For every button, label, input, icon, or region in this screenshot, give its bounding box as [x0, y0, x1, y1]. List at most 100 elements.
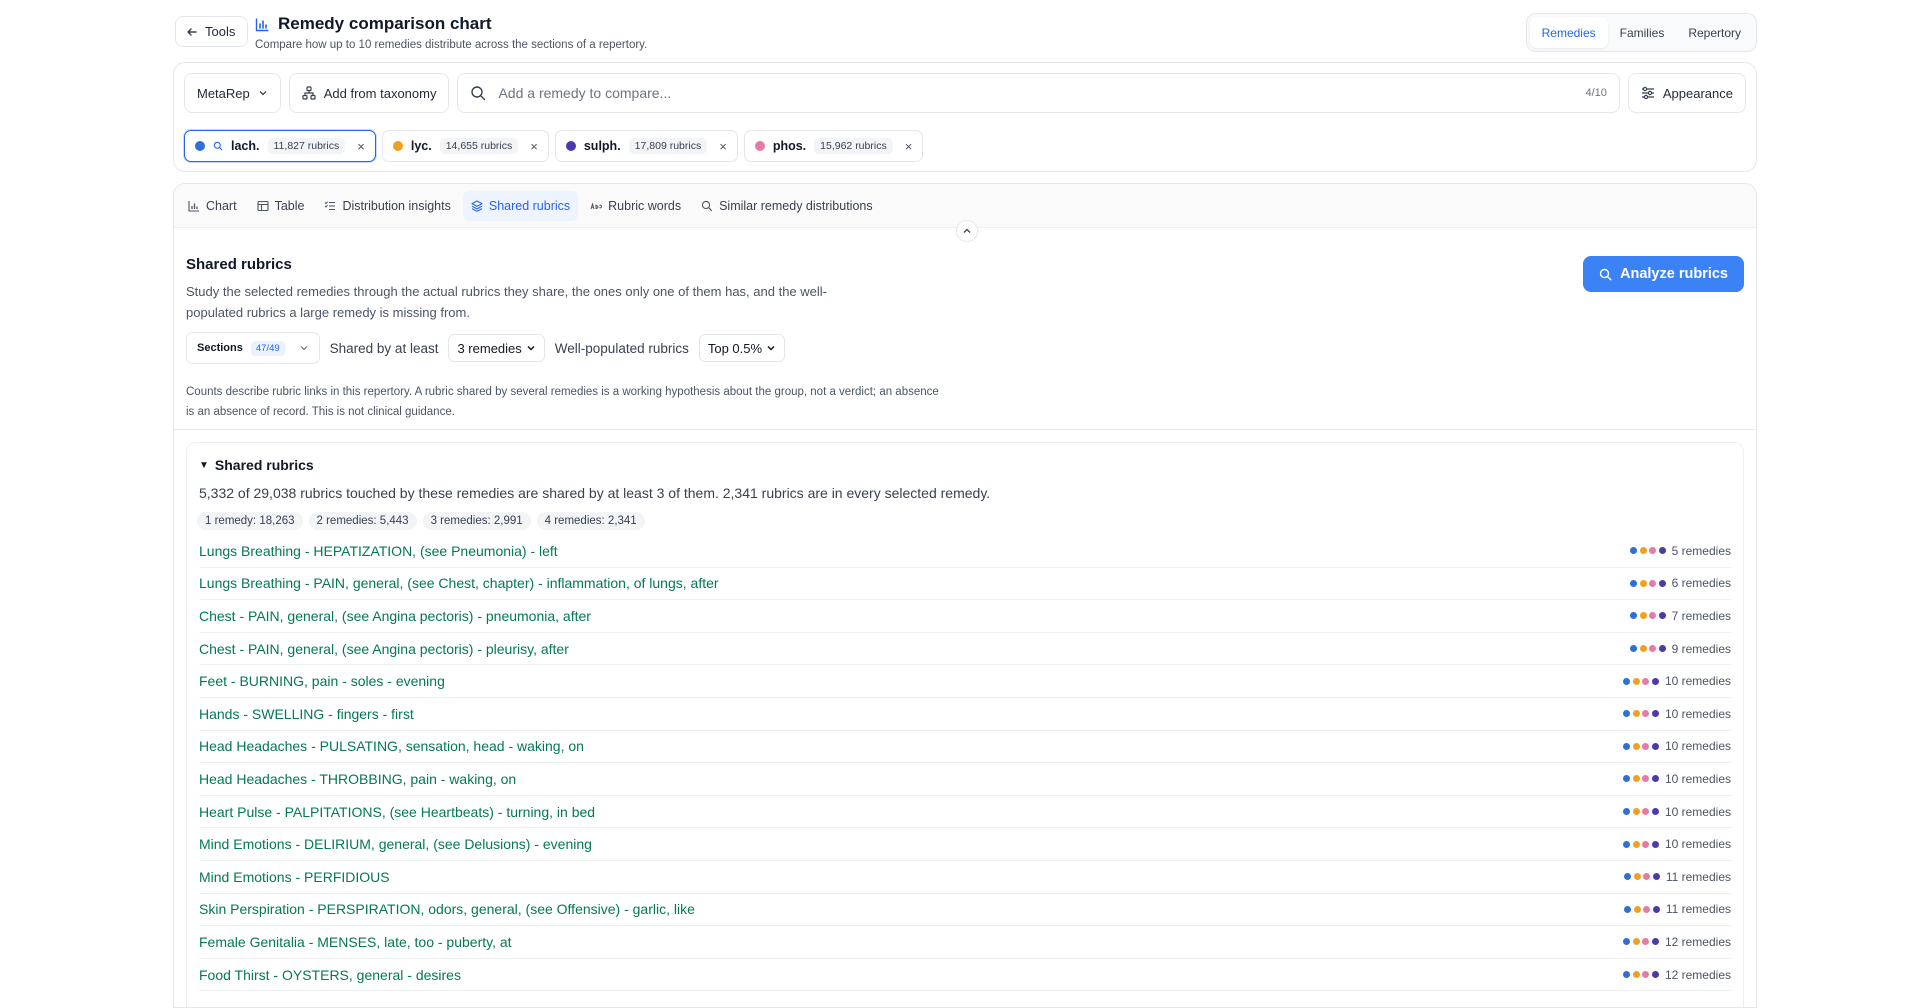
remedy-dot — [1642, 775, 1650, 783]
remedy-dot — [1632, 938, 1640, 946]
shared-summary: 5,332 of 29,038 rubrics touched by these… — [199, 485, 991, 501]
chevron-down-icon — [527, 345, 535, 351]
remedy-dot — [1642, 840, 1650, 848]
mode-switcher: Remedies Families Repertory — [1525, 13, 1757, 52]
remedy-count-label: 10 remedies — [1664, 674, 1731, 689]
repertory-dropdown[interactable]: MetaRep — [184, 73, 281, 113]
page-header: Tools Remedy comparison chart Compare ho… — [173, 0, 1757, 60]
remove-remedy-icon[interactable]: × — [905, 139, 913, 154]
list-check-icon — [325, 200, 336, 210]
tab-rubric-words[interactable]: Rubric words — [582, 191, 689, 221]
rubric-link[interactable]: Lungs Breathing - PAIN, general, (see Ch… — [199, 575, 719, 591]
shared-rubrics-panel: ▼ Shared rubrics 5,332 of 29,038 rubrics… — [186, 442, 1744, 1007]
remedy-chip[interactable]: sulph. 17,809 rubrics × — [554, 130, 738, 162]
rubric-meta: 10 remedies — [1623, 739, 1731, 753]
tab-similar-remedy-distributions[interactable]: Similar remedy distributions — [693, 191, 881, 221]
rubric-link[interactable]: Female Genitalia - MENSES, late, too - p… — [199, 934, 512, 950]
tab-label: Similar remedy distributions — [719, 198, 873, 213]
remedy-count-label: 6 remedies — [1671, 576, 1731, 591]
add-from-taxonomy-button[interactable]: Add from taxonomy — [288, 73, 450, 113]
remove-remedy-icon[interactable]: × — [530, 139, 538, 154]
well-populated-select[interactable]: Top 0.5% — [698, 334, 786, 362]
remedy-dot — [1623, 938, 1631, 946]
layers-icon — [471, 199, 483, 212]
remedy-count: 4/10 — [1585, 87, 1607, 99]
rubric-link[interactable]: Skin Perspiration - PERSPIRATION, odors,… — [199, 901, 695, 917]
remedy-count-label: 5 remedies — [1671, 543, 1731, 558]
tab-shared-rubrics[interactable]: Shared rubrics — [462, 190, 579, 221]
remedy-chips: lach. 11,827 rubrics × lyc. 14,655 rubri… — [184, 130, 924, 162]
remedy-dot — [1651, 775, 1659, 783]
collapse-panel-button[interactable] — [956, 220, 978, 242]
well-populated-value: Top 0.5% — [707, 340, 763, 356]
remedy-dot — [1643, 905, 1651, 913]
tab-table[interactable]: Table — [249, 191, 313, 221]
search-icon — [1599, 268, 1612, 280]
remedy-dot — [1639, 579, 1647, 587]
sections-filter-button[interactable]: Sections 47/49 — [186, 332, 320, 364]
rubric-link[interactable]: Head Headaches - PULSATING, sensation, h… — [199, 738, 584, 754]
remedy-chip[interactable]: lach. 11,827 rubrics × — [184, 130, 376, 162]
divider — [174, 429, 1756, 430]
remove-remedy-icon[interactable]: × — [357, 139, 365, 154]
table-row: Chest - PAIN, general, (see Angina pecto… — [199, 600, 1731, 633]
remedy-dot — [1632, 775, 1640, 783]
rubric-link[interactable]: Mind Emotions - PERFIDIOUS — [199, 869, 390, 885]
rubric-link[interactable]: Food Thirst - OYSTERS, general - desires — [199, 967, 461, 983]
mode-remedies[interactable]: Remedies — [1529, 17, 1608, 48]
repertory-label: MetaRep — [197, 85, 250, 101]
remedy-dot — [1623, 775, 1631, 783]
remedy-dots — [1624, 873, 1660, 881]
table-row: Lungs Breathing - HEPATIZATION, (see Pne… — [199, 535, 1731, 568]
remedy-count-label: 10 remedies — [1664, 706, 1731, 721]
tab-chart[interactable]: Chart — [180, 191, 245, 221]
rubric-link[interactable]: Feet - BURNING, pain - soles - evening — [199, 673, 445, 689]
remedy-dots — [1623, 938, 1659, 946]
remedy-dot — [1623, 840, 1631, 848]
remedy-dot — [1642, 808, 1650, 816]
rubric-meta: 11 remedies — [1624, 870, 1731, 884]
rubric-meta: 11 remedies — [1624, 902, 1731, 916]
rubric-link[interactable]: Lungs Breathing - HEPATIZATION, (see Pne… — [199, 543, 558, 559]
table-icon — [257, 200, 269, 211]
analyze-rubrics-button[interactable]: Analyze rubrics — [1583, 256, 1744, 292]
section-title: Shared rubrics — [186, 256, 292, 273]
remedy-dot — [1658, 547, 1666, 555]
remove-remedy-icon[interactable]: × — [719, 139, 727, 154]
remedy-dots — [1623, 710, 1659, 718]
remedy-dots — [1624, 905, 1660, 913]
rubric-link[interactable]: Chest - PAIN, general, (see Angina pecto… — [199, 641, 569, 657]
rubric-link[interactable]: Heart Pulse - PALPITATIONS, (see Heartbe… — [199, 804, 595, 820]
remedy-dot — [1649, 645, 1657, 653]
rubric-link[interactable]: Hands - SWELLING - fingers - first — [199, 706, 414, 722]
remedy-chip[interactable]: phos. 15,962 rubrics × — [743, 130, 924, 162]
remedy-selector-card: MetaRep Add from taxonomy 4/10 Appearanc… — [173, 62, 1757, 172]
remedy-search-input[interactable] — [498, 85, 1574, 101]
remedy-dot — [1651, 808, 1659, 816]
remedy-dot — [1642, 710, 1650, 718]
remedy-rubric-count: 17,809 rubrics — [628, 138, 708, 154]
table-row: Lungs Breathing - PAIN, general, (see Ch… — [199, 568, 1731, 601]
mode-families[interactable]: Families — [1608, 17, 1677, 48]
tab-label: Table — [274, 198, 305, 213]
rubric-link[interactable]: Chest - PAIN, general, (see Angina pecto… — [199, 608, 591, 624]
mode-repertory[interactable]: Repertory — [1676, 17, 1753, 48]
remedy-name: lach. — [231, 139, 260, 153]
shared-rubrics-toggle[interactable]: ▼ Shared rubrics — [199, 457, 314, 473]
rubric-meta: 10 remedies — [1623, 674, 1731, 688]
remedy-dots — [1623, 808, 1659, 816]
rubric-meta: 5 remedies — [1630, 544, 1731, 558]
appearance-button[interactable]: Appearance — [1627, 73, 1746, 113]
rubric-link[interactable]: Head Headaches - THROBBING, pain - wakin… — [199, 771, 516, 787]
remedy-dot — [1658, 645, 1666, 653]
remedy-name: sulph. — [583, 139, 621, 153]
remedy-dot — [1649, 612, 1657, 620]
remedy-chip[interactable]: lyc. 14,655 rubrics × — [381, 130, 549, 162]
remedy-dot — [1658, 612, 1666, 620]
table-row: Heart Pulse - PALPITATIONS, (see Heartbe… — [199, 796, 1731, 829]
back-button[interactable]: Tools — [175, 16, 249, 47]
shared-by-select[interactable]: 3 remedies — [448, 334, 545, 362]
tab-distribution-insights[interactable]: Distribution insights — [316, 191, 458, 221]
rubric-link[interactable]: Mind Emotions - DELIRIUM, general, (see … — [199, 836, 592, 852]
remedy-dot — [1630, 579, 1638, 587]
